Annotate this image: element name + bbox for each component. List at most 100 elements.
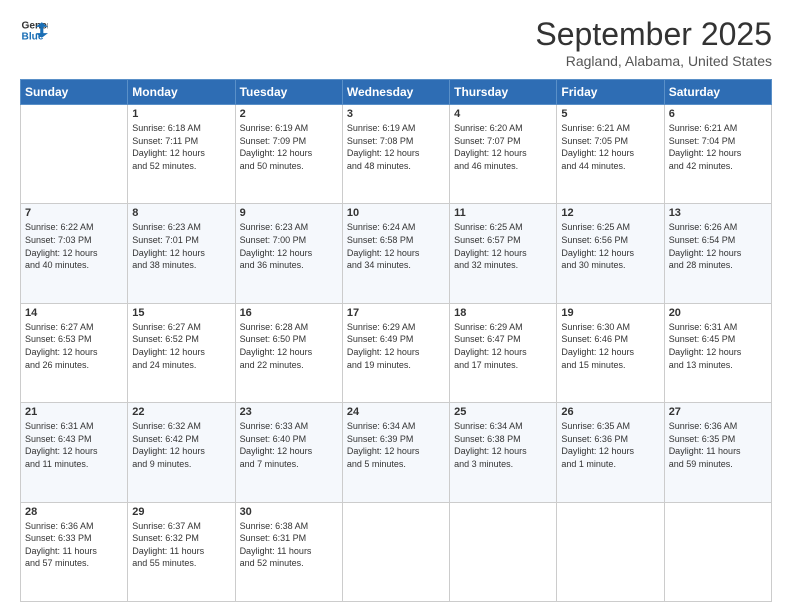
day-number: 13 — [669, 207, 767, 219]
calendar-cell: 11 Sunrise: 6:25 AMSunset: 6:57 PMDayligh… — [450, 204, 557, 303]
header-thursday: Thursday — [450, 80, 557, 105]
day-info: Sunrise: 6:31 AMSunset: 6:43 PMDaylight:… — [25, 420, 123, 470]
calendar-cell: 17 Sunrise: 6:29 AMSunset: 6:49 PMDayligh… — [342, 303, 449, 402]
day-number: 1 — [132, 108, 230, 120]
day-number: 11 — [454, 207, 552, 219]
day-info: Sunrise: 6:29 AMSunset: 6:49 PMDaylight:… — [347, 321, 445, 371]
day-number: 10 — [347, 207, 445, 219]
day-number: 21 — [25, 406, 123, 418]
day-number: 14 — [25, 307, 123, 319]
calendar-cell: 4 Sunrise: 6:20 AMSunset: 7:07 PMDaylight… — [450, 105, 557, 204]
calendar-cell: 12 Sunrise: 6:25 AMSunset: 6:56 PMDayligh… — [557, 204, 664, 303]
day-info: Sunrise: 6:32 AMSunset: 6:42 PMDaylight:… — [132, 420, 230, 470]
day-info: Sunrise: 6:20 AMSunset: 7:07 PMDaylight:… — [454, 122, 552, 172]
day-info: Sunrise: 6:25 AMSunset: 6:57 PMDaylight:… — [454, 221, 552, 271]
calendar-table: SundayMondayTuesdayWednesdayThursdayFrid… — [20, 79, 772, 602]
day-number: 2 — [240, 108, 338, 120]
day-info: Sunrise: 6:25 AMSunset: 6:56 PMDaylight:… — [561, 221, 659, 271]
day-number: 29 — [132, 506, 230, 518]
title-area: September 2025 Ragland, Alabama, United … — [535, 16, 772, 69]
calendar-cell: 29Sunrise: 6:37 AMSunset: 6:32 PMDayligh… — [128, 502, 235, 601]
calendar-cell: 24 Sunrise: 6:34 AMSunset: 6:39 PMDayligh… — [342, 403, 449, 502]
calendar-week-5: 28 Sunrise: 6:36 AMSunset: 6:33 PMDayligh… — [21, 502, 772, 601]
calendar-cell — [557, 502, 664, 601]
day-info: Sunrise: 6:34 AMSunset: 6:38 PMDaylight:… — [454, 420, 552, 470]
page: General Blue September 2025 Ragland, Ala… — [0, 0, 792, 612]
calendar-cell — [21, 105, 128, 204]
day-number: 12 — [561, 207, 659, 219]
calendar-cell: 28 Sunrise: 6:36 AMSunset: 6:33 PMDayligh… — [21, 502, 128, 601]
calendar-cell: 18Sunrise: 6:29 AMSunset: 6:47 PMDayligh… — [450, 303, 557, 402]
day-info: Sunrise: 6:27 AMSunset: 6:53 PMDaylight:… — [25, 321, 123, 371]
calendar-cell: 27Sunrise: 6:36 AMSunset: 6:35 PMDayligh… — [664, 403, 771, 502]
day-info: Sunrise: 6:24 AMSunset: 6:58 PMDaylight:… — [347, 221, 445, 271]
day-info: Sunrise: 6:38 AMSunset: 6:31 PMDaylight:… — [240, 520, 338, 570]
calendar-cell — [342, 502, 449, 601]
calendar-week-2: 7 Sunrise: 6:22 AMSunset: 7:03 PMDaylight… — [21, 204, 772, 303]
day-number: 6 — [669, 108, 767, 120]
day-number: 22 — [132, 406, 230, 418]
calendar-cell — [664, 502, 771, 601]
month-title: September 2025 — [535, 16, 772, 53]
header-sunday: Sunday — [21, 80, 128, 105]
calendar-cell: 3 Sunrise: 6:19 AMSunset: 7:08 PMDaylight… — [342, 105, 449, 204]
header-friday: Friday — [557, 80, 664, 105]
day-number: 9 — [240, 207, 338, 219]
header-tuesday: Tuesday — [235, 80, 342, 105]
calendar-week-1: 1Sunrise: 6:18 AMSunset: 7:11 PMDaylight… — [21, 105, 772, 204]
day-info: Sunrise: 6:29 AMSunset: 6:47 PMDaylight:… — [454, 321, 552, 371]
day-info: Sunrise: 6:34 AMSunset: 6:39 PMDaylight:… — [347, 420, 445, 470]
calendar-cell: 19 Sunrise: 6:30 AMSunset: 6:46 PMDayligh… — [557, 303, 664, 402]
day-number: 25 — [454, 406, 552, 418]
calendar-cell: 14 Sunrise: 6:27 AMSunset: 6:53 PMDayligh… — [21, 303, 128, 402]
calendar-cell: 16 Sunrise: 6:28 AMSunset: 6:50 PMDayligh… — [235, 303, 342, 402]
day-info: Sunrise: 6:36 AMSunset: 6:35 PMDaylight:… — [669, 420, 767, 470]
day-info: Sunrise: 6:27 AMSunset: 6:52 PMDaylight:… — [132, 321, 230, 371]
calendar-cell: 10 Sunrise: 6:24 AMSunset: 6:58 PMDayligh… — [342, 204, 449, 303]
day-info: Sunrise: 6:28 AMSunset: 6:50 PMDaylight:… — [240, 321, 338, 371]
day-info: Sunrise: 6:23 AMSunset: 7:01 PMDaylight:… — [132, 221, 230, 271]
calendar-cell: 23 Sunrise: 6:33 AMSunset: 6:40 PMDayligh… — [235, 403, 342, 502]
calendar-cell: 26Sunrise: 6:35 AMSunset: 6:36 PMDayligh… — [557, 403, 664, 502]
header-saturday: Saturday — [664, 80, 771, 105]
day-number: 24 — [347, 406, 445, 418]
calendar-cell: 8Sunrise: 6:23 AMSunset: 7:01 PMDaylight… — [128, 204, 235, 303]
day-number: 7 — [25, 207, 123, 219]
day-info: Sunrise: 6:30 AMSunset: 6:46 PMDaylight:… — [561, 321, 659, 371]
header-monday: Monday — [128, 80, 235, 105]
calendar-cell: 9 Sunrise: 6:23 AMSunset: 7:00 PMDaylight… — [235, 204, 342, 303]
day-number: 16 — [240, 307, 338, 319]
day-number: 28 — [25, 506, 123, 518]
day-info: Sunrise: 6:19 AMSunset: 7:08 PMDaylight:… — [347, 122, 445, 172]
day-info: Sunrise: 6:21 AMSunset: 7:05 PMDaylight:… — [561, 122, 659, 172]
calendar-cell: 22 Sunrise: 6:32 AMSunset: 6:42 PMDayligh… — [128, 403, 235, 502]
day-info: Sunrise: 6:23 AMSunset: 7:00 PMDaylight:… — [240, 221, 338, 271]
logo: General Blue — [20, 16, 48, 44]
calendar-header-row: SundayMondayTuesdayWednesdayThursdayFrid… — [21, 80, 772, 105]
calendar-cell: 20 Sunrise: 6:31 AMSunset: 6:45 PMDayligh… — [664, 303, 771, 402]
day-info: Sunrise: 6:36 AMSunset: 6:33 PMDaylight:… — [25, 520, 123, 570]
logo-icon: General Blue — [20, 16, 48, 44]
calendar-week-3: 14 Sunrise: 6:27 AMSunset: 6:53 PMDayligh… — [21, 303, 772, 402]
day-info: Sunrise: 6:21 AMSunset: 7:04 PMDaylight:… — [669, 122, 767, 172]
day-number: 30 — [240, 506, 338, 518]
day-number: 19 — [561, 307, 659, 319]
day-info: Sunrise: 6:31 AMSunset: 6:45 PMDaylight:… — [669, 321, 767, 371]
calendar-cell: 2 Sunrise: 6:19 AMSunset: 7:09 PMDaylight… — [235, 105, 342, 204]
day-number: 15 — [132, 307, 230, 319]
calendar-cell: 15 Sunrise: 6:27 AMSunset: 6:52 PMDayligh… — [128, 303, 235, 402]
day-info: Sunrise: 6:19 AMSunset: 7:09 PMDaylight:… — [240, 122, 338, 172]
day-info: Sunrise: 6:22 AMSunset: 7:03 PMDaylight:… — [25, 221, 123, 271]
calendar-cell: 25 Sunrise: 6:34 AMSunset: 6:38 PMDayligh… — [450, 403, 557, 502]
header: General Blue September 2025 Ragland, Ala… — [20, 16, 772, 69]
day-number: 20 — [669, 307, 767, 319]
calendar-cell: 5Sunrise: 6:21 AMSunset: 7:05 PMDaylight… — [557, 105, 664, 204]
day-info: Sunrise: 6:33 AMSunset: 6:40 PMDaylight:… — [240, 420, 338, 470]
day-number: 4 — [454, 108, 552, 120]
calendar-cell: 21 Sunrise: 6:31 AMSunset: 6:43 PMDayligh… — [21, 403, 128, 502]
day-number: 3 — [347, 108, 445, 120]
day-number: 23 — [240, 406, 338, 418]
day-number: 26 — [561, 406, 659, 418]
day-number: 17 — [347, 307, 445, 319]
calendar-cell: 1Sunrise: 6:18 AMSunset: 7:11 PMDaylight… — [128, 105, 235, 204]
